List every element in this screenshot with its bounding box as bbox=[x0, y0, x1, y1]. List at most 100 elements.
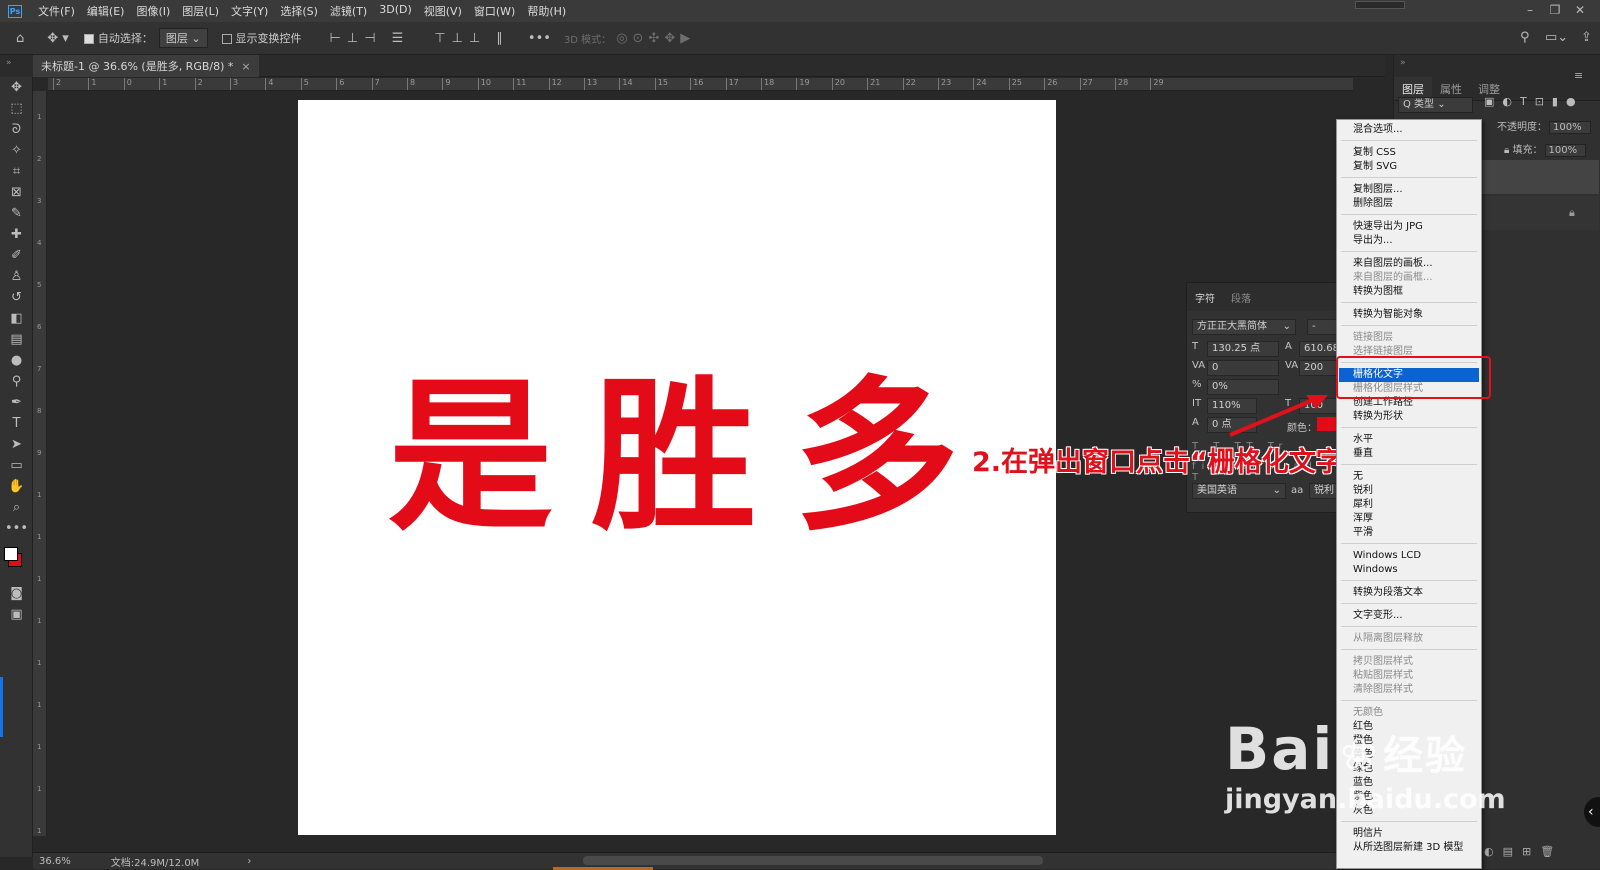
align-icons[interactable]: ⊢⊥⊣ ☰ bbox=[330, 31, 410, 46]
workspace-icon[interactable]: ▭⌄ bbox=[1545, 30, 1568, 45]
context-menu-item[interactable]: 转换为形状 bbox=[1339, 410, 1479, 424]
tab-character[interactable]: 字符 bbox=[1187, 290, 1223, 305]
screen-mode-icon[interactable]: ▣ bbox=[0, 604, 33, 625]
context-menu-item[interactable]: 导出为... bbox=[1339, 234, 1479, 248]
restore-icon[interactable]: ❐ bbox=[1543, 0, 1567, 20]
menu-item-6[interactable]: 滤镜(T) bbox=[324, 3, 373, 19]
quick-mask-icon[interactable]: ◙ bbox=[0, 583, 33, 604]
panel-menu-icon[interactable]: ≡ bbox=[1574, 69, 1583, 82]
fill-control[interactable]: 🔒︎ 填充： 100% bbox=[1504, 141, 1587, 157]
context-menu-item[interactable]: 浑厚 bbox=[1339, 512, 1479, 526]
context-menu-item[interactable]: 来自图层的画板... bbox=[1339, 257, 1479, 271]
context-menu-item[interactable]: Windows bbox=[1339, 563, 1479, 577]
fill-value[interactable]: 100% bbox=[1544, 144, 1587, 157]
zoom-level[interactable]: 36.6% bbox=[39, 856, 71, 867]
context-menu-item[interactable]: 复制图层... bbox=[1339, 183, 1479, 197]
foreground-color-swatch[interactable] bbox=[4, 547, 18, 561]
canvas-text-layer[interactable]: 是胜多 bbox=[388, 375, 997, 540]
hand-tool-icon[interactable]: ✋ bbox=[0, 476, 33, 497]
document-canvas[interactable]: 是胜多 bbox=[298, 100, 1056, 835]
marquee-tool-icon[interactable]: ⬚ bbox=[0, 98, 33, 119]
home-icon[interactable]: ⌂ bbox=[16, 31, 24, 46]
context-menu-item[interactable]: 垂直 bbox=[1339, 447, 1479, 461]
context-menu-item[interactable]: 转换为图框 bbox=[1339, 285, 1479, 299]
lock-icon[interactable]: 🔒︎ bbox=[1504, 145, 1513, 156]
leading-field[interactable]: 610.68 bbox=[1299, 341, 1339, 357]
context-menu-item[interactable]: 删除图层 bbox=[1339, 197, 1479, 211]
context-menu-item[interactable]: 混合选项... bbox=[1339, 123, 1479, 137]
healing-brush-tool-icon[interactable]: ✚ bbox=[0, 224, 33, 245]
context-menu-item[interactable]: 明信片 bbox=[1339, 827, 1479, 841]
dodge-tool-icon[interactable]: ⚲ bbox=[0, 371, 33, 392]
kerning-field[interactable]: 0 bbox=[1207, 360, 1279, 376]
menu-item-8[interactable]: 视图(V) bbox=[418, 3, 468, 19]
context-menu-item[interactable]: 快速导出为 JPG bbox=[1339, 220, 1479, 234]
auto-select-dropdown[interactable]: 图层 ⌄ bbox=[158, 28, 208, 48]
collapse-toolbar-icon[interactable]: » bbox=[0, 55, 33, 77]
layer-filter-icons[interactable]: ▣◐T⊡▮● bbox=[1484, 95, 1584, 108]
proportional-spacing-field[interactable]: 0% bbox=[1207, 379, 1279, 395]
context-menu-item[interactable]: 复制 SVG bbox=[1339, 160, 1479, 174]
pen-tool-icon[interactable]: ✒ bbox=[0, 392, 33, 413]
menu-item-0[interactable]: 文件(F) bbox=[32, 3, 81, 19]
collapse-panels-icon[interactable]: » bbox=[1394, 55, 1600, 77]
crop-tool-icon[interactable]: ⌗ bbox=[0, 161, 33, 182]
clone-stamp-tool-icon[interactable]: ♙ bbox=[0, 266, 33, 287]
path-selection-tool-icon[interactable]: ➤ bbox=[0, 434, 33, 455]
magic-wand-tool-icon[interactable]: ✧ bbox=[0, 140, 33, 161]
anti-alias-dropdown[interactable]: 锐利 bbox=[1309, 483, 1339, 499]
close-tab-icon[interactable]: × bbox=[241, 60, 250, 73]
move-tool-icon[interactable]: ✥ ▾ bbox=[47, 31, 69, 46]
gradient-tool-icon[interactable]: ▤ bbox=[0, 329, 33, 350]
share-icon[interactable]: ⇪ bbox=[1581, 30, 1592, 45]
eraser-tool-icon[interactable]: ◧ bbox=[0, 308, 33, 329]
show-transform-checkbox[interactable]: 显示变换控件 bbox=[221, 30, 302, 46]
menu-item-10[interactable]: 帮助(H) bbox=[521, 3, 572, 19]
blur-tool-icon[interactable]: ● bbox=[0, 350, 33, 371]
lasso-tool-icon[interactable]: ᘐ bbox=[0, 119, 33, 140]
type-tool-icon[interactable]: T bbox=[0, 413, 33, 434]
layer-filter-dropdown[interactable]: Q 类型 ⌄ bbox=[1398, 97, 1473, 113]
tracking-field[interactable]: 200 bbox=[1299, 360, 1339, 376]
layer-actions-icons[interactable]: ◐▤⊞🗑︎ bbox=[1484, 845, 1563, 858]
menu-item-2[interactable]: 图像(I) bbox=[130, 3, 176, 19]
color-swatches[interactable] bbox=[0, 539, 32, 583]
auto-select-checkbox[interactable]: 自动选择： bbox=[83, 30, 153, 46]
menu-item-7[interactable]: 3D(D) bbox=[373, 3, 418, 19]
rectangle-tool-icon[interactable]: ▭ bbox=[0, 455, 33, 476]
brush-tool-icon[interactable]: ✐ bbox=[0, 245, 33, 266]
tab-paragraph[interactable]: 段落 bbox=[1223, 290, 1259, 305]
context-menu-item[interactable]: 文字变形... bbox=[1339, 609, 1479, 623]
document-tab[interactable]: 未标题-1 @ 36.6% (是胜多, RGB/8) * × bbox=[33, 55, 259, 77]
opacity-value[interactable]: 100% bbox=[1549, 121, 1591, 134]
horizontal-scrollbar[interactable] bbox=[583, 856, 1043, 865]
close-window-icon[interactable]: ✕ bbox=[1568, 0, 1592, 20]
move-tool-icon[interactable]: ✥ bbox=[0, 77, 33, 98]
context-menu-item[interactable]: Windows LCD bbox=[1339, 549, 1479, 563]
context-menu-item[interactable]: 平滑 bbox=[1339, 526, 1479, 540]
context-menu-item[interactable]: 从所选图层新建 3D 模型 bbox=[1339, 841, 1479, 855]
context-menu-item[interactable]: 复制 CSS bbox=[1339, 146, 1479, 160]
context-menu-item[interactable]: 转换为段落文本 bbox=[1339, 586, 1479, 600]
context-menu-item[interactable]: 犀利 bbox=[1339, 498, 1479, 512]
menu-item-4[interactable]: 文字(Y) bbox=[225, 3, 274, 19]
menu-item-9[interactable]: 窗口(W) bbox=[468, 3, 521, 19]
status-menu-icon[interactable]: › bbox=[247, 856, 251, 867]
more-options-icon[interactable]: ••• bbox=[528, 31, 551, 46]
history-brush-tool-icon[interactable]: ↺ bbox=[0, 287, 33, 308]
language-dropdown[interactable]: 美国英语 ⌄ bbox=[1192, 483, 1286, 499]
minimize-icon[interactable]: – bbox=[1518, 0, 1542, 20]
context-menu-item[interactable]: 水平 bbox=[1339, 433, 1479, 447]
font-family-dropdown[interactable]: 方正正大黑简体 ⌄ bbox=[1192, 319, 1296, 335]
search-icon[interactable]: ⚲ bbox=[1520, 30, 1530, 45]
distribute-icons[interactable]: ⊤⊥⊥ ∥ bbox=[434, 31, 509, 46]
menu-item-1[interactable]: 编辑(E) bbox=[81, 3, 131, 19]
font-size-field[interactable]: 130.25 点 bbox=[1207, 341, 1279, 357]
edit-toolbar-icon[interactable]: ••• bbox=[0, 518, 33, 539]
menu-item-3[interactable]: 图层(L) bbox=[176, 3, 225, 19]
context-menu-item[interactable]: 锐利 bbox=[1339, 484, 1479, 498]
context-menu-item[interactable]: 转换为智能对象 bbox=[1339, 308, 1479, 322]
frame-tool-icon[interactable]: ⊠ bbox=[0, 182, 33, 203]
menu-item-5[interactable]: 选择(S) bbox=[274, 3, 324, 19]
zoom-tool-icon[interactable]: ⌕ bbox=[0, 497, 33, 518]
